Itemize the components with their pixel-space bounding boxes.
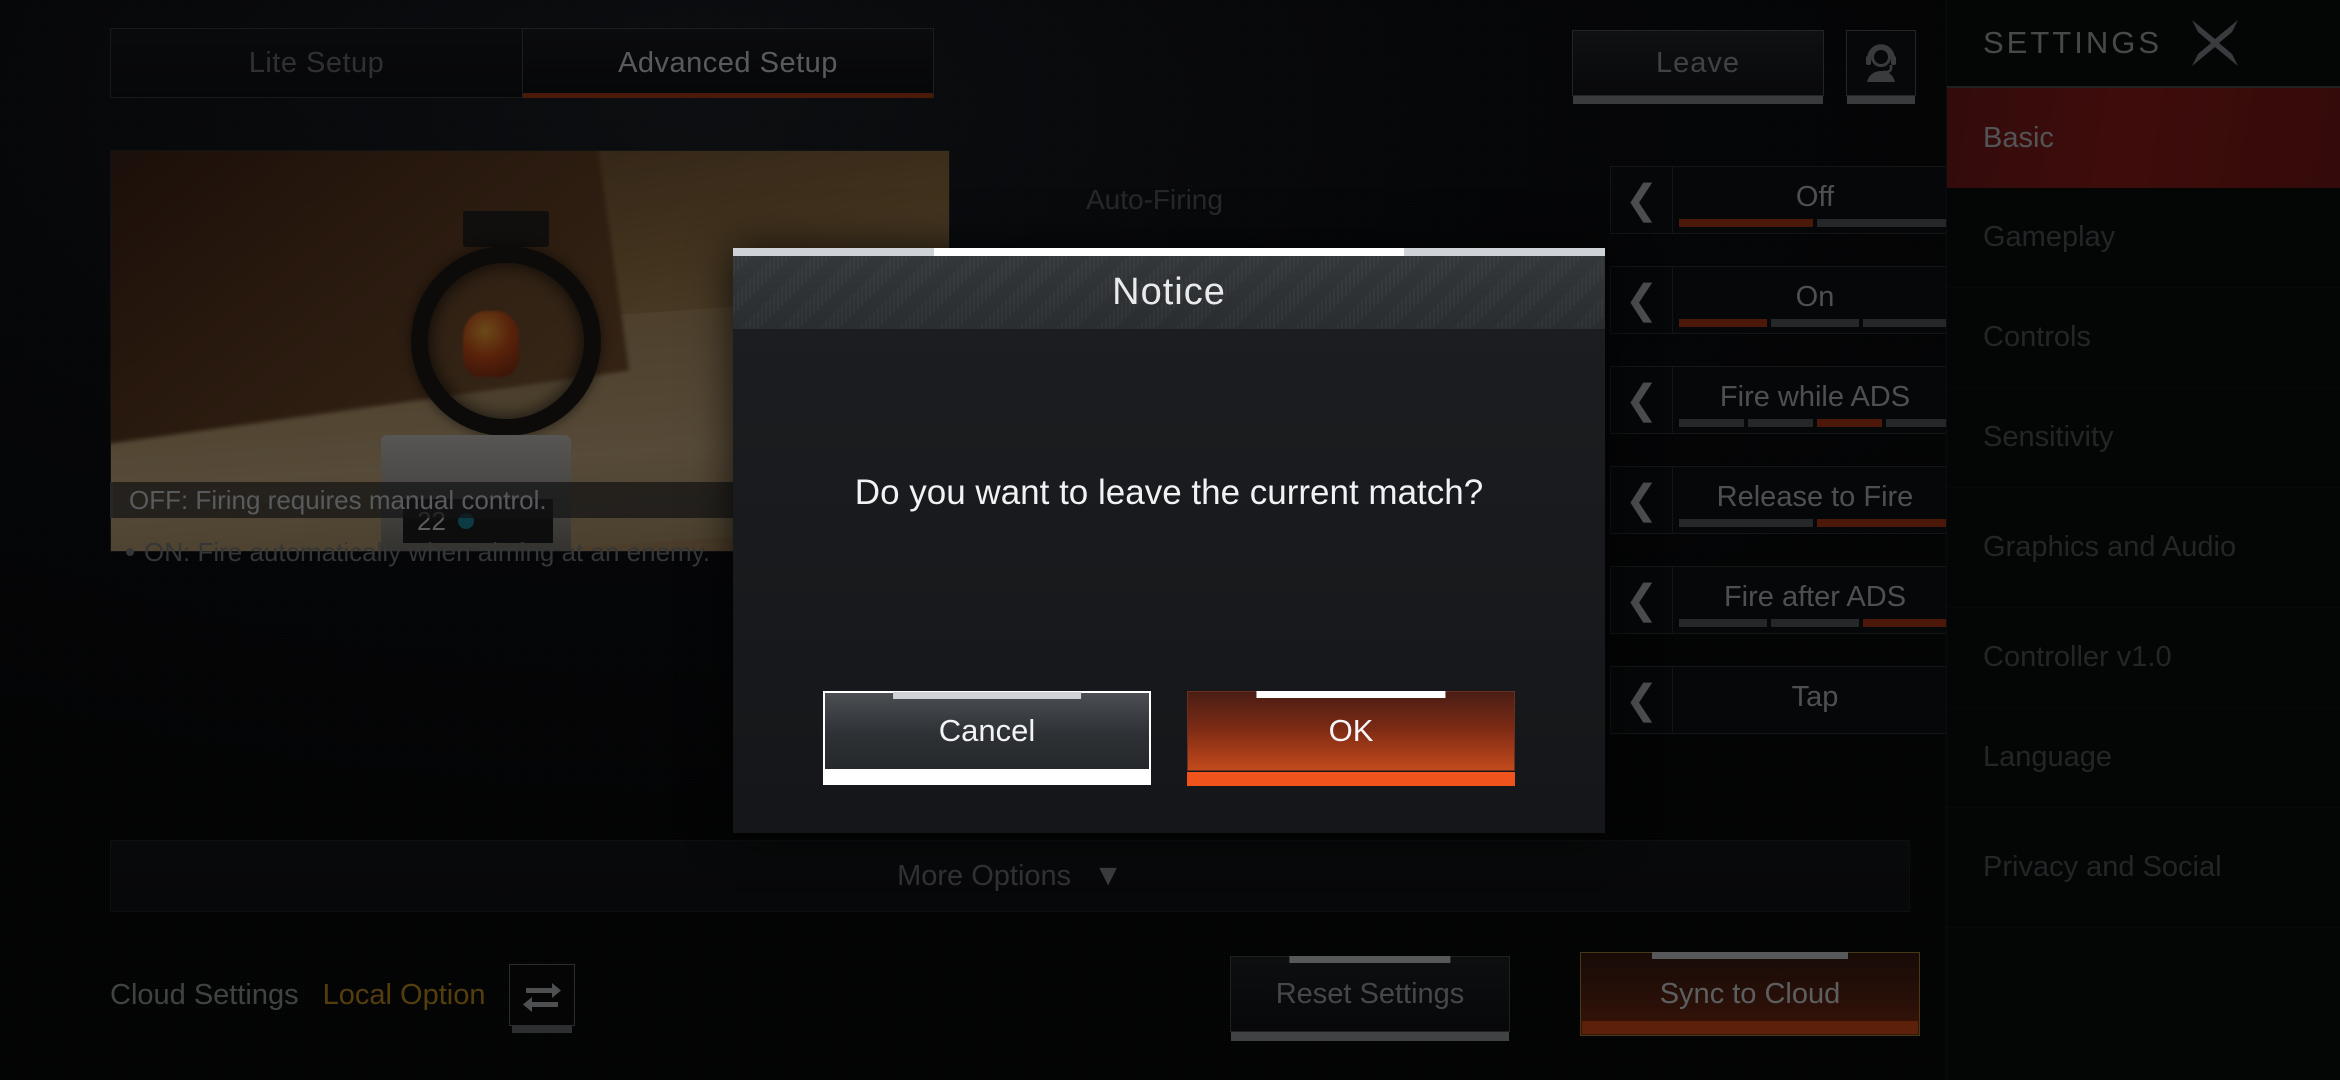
dialog-title: Notice bbox=[1112, 271, 1226, 313]
dialog-header: Notice bbox=[733, 256, 1605, 329]
dialog-actions: Cancel OK bbox=[733, 691, 1605, 786]
button-notch bbox=[893, 692, 1081, 699]
dialog-message: Do you want to leave the current match? bbox=[854, 473, 1484, 512]
dialog-top-accent bbox=[733, 248, 1605, 261]
cancel-button-label: Cancel bbox=[938, 713, 1036, 748]
cancel-button[interactable]: Cancel bbox=[823, 691, 1151, 785]
app-root: Lite Setup Advanced Setup Leave bbox=[0, 0, 2340, 1080]
notice-dialog: Notice Do you want to leave the current … bbox=[733, 248, 1605, 833]
ok-button[interactable]: OK bbox=[1187, 691, 1515, 786]
button-notch bbox=[1256, 691, 1446, 698]
dialog-body: Do you want to leave the current match? … bbox=[733, 329, 1605, 833]
ok-button-label: OK bbox=[1328, 713, 1374, 748]
